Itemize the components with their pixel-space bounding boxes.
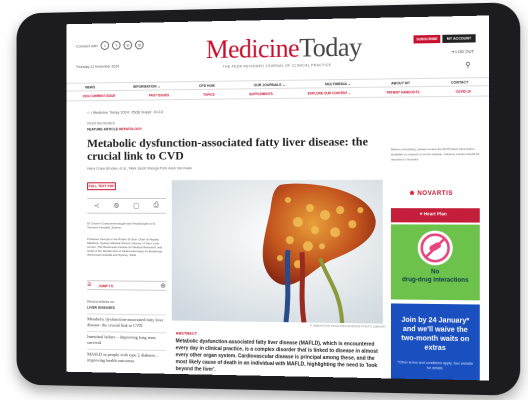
settings-icon[interactable]: ⚙ [113,202,119,210]
novartis-label: NOVARTIS [417,190,454,197]
bookmark-icon[interactable]: ▢ [133,202,139,210]
linkedin-icon[interactable]: in [123,40,133,50]
site-tagline: THE PEER REVIEWED JOURNAL OF CLINICAL PR… [222,63,332,69]
list-item[interactable]: MASLD in people with type 2 diabetes – i… [87,348,166,368]
recent-articles-topic: LIVER DISEASES [87,305,115,310]
subnav-covid[interactable]: COVID-19 [456,90,471,94]
article-category: FEATURE ARTICLE HEPATOLOGY [87,127,142,131]
current-date: Thursday 21 November 2024 [75,64,120,70]
subnav-supplements[interactable]: SUPPLEMENTS [249,92,273,96]
subnav-current-issue[interactable]: 2024 CURRENT ISSUE [83,94,115,98]
article-authors: Harry Crane Brooker, et al., Mark Jacob … [87,166,193,171]
liver-illustration [171,179,383,324]
subnav-patient-handouts[interactable]: PATIENT HANDOUTS [387,90,420,94]
subnav-explore[interactable]: EXPLORE OUR CONTENT ⌄ [308,91,351,96]
tablet-screen: Connect with t f in ◎ Thursday 21 Novemb… [66,15,490,381]
subscribe-button[interactable]: SUBSCRIBE [413,34,441,44]
full-text-pdf-button[interactable]: FULL TEXT PDF [87,182,116,191]
novartis-icon: ❀ [409,190,418,197]
logout-link[interactable]: ⇥ LOG OUT [451,49,474,55]
image-caption: © SEBASTIAN KAULITZKI/SCIENCE PHOTO LIBR… [309,323,386,329]
abstract-text: Metabolic dysfunction-associated fatty l… [175,338,378,373]
drug-interactions-ad[interactable]: No drug-drug interactions [390,224,480,301]
sidebar-info-text: Before prescribing, please review the fu… [390,146,480,162]
social-connect: Connect with t f in ◎ [75,40,144,51]
logout-label: LOG OUT [455,48,475,54]
list-item[interactable]: Intestinal failure – improving long term… [87,331,166,351]
no-drug-interactions-icon [418,231,453,266]
heart-plan-ad[interactable]: ♥ Heart Plan [390,208,480,223]
instagram-icon[interactable]: ◎ [135,40,144,50]
site-header: Connect with t f in ◎ Thursday 21 Novemb… [66,15,489,80]
list-icon: ☰ [87,282,92,289]
author-affiliation-2: Professor George is the Robert W Storr C… [87,237,163,258]
jump-to-label: JUMP TO [98,284,114,289]
nav-item-news[interactable]: NEWS [85,85,95,89]
peer-reviewed-label: PEER REVIEWED [87,121,116,126]
share-toolbar: ≺ ⚙ ▢ ⎙ [87,198,166,214]
nav-item-information[interactable]: INFORMATION ⌄ [133,84,160,88]
join-offer-text: Join by 24 January* and we'll waive the … [401,316,470,353]
drug-ad-line1: No [431,269,440,276]
connect-label: Connect with [75,43,98,49]
twitter-icon[interactable]: t [100,41,110,51]
article-title: Metabolic dysfunction-associated fatty l… [87,134,368,163]
jump-to-section[interactable]: ☰ JUMP TO ⊕ [87,280,166,291]
join-offer-subtext: *Other terms and conditions apply. See w… [397,360,474,371]
facebook-icon[interactable]: f [112,40,121,50]
logo-part2: Today [299,32,362,63]
join-offer-ad[interactable]: Join by 24 January* and we'll waive the … [390,303,480,381]
list-item[interactable]: Metabolic dysfunction-associated fatty l… [87,313,166,333]
share-icon[interactable]: ≺ [94,202,100,210]
subnav-past-issues[interactable]: PAST ISSUES [149,93,169,97]
breadcrumb: ⌂ › Medicine Today 2024: 25(8) Suppl: 10… [87,109,163,115]
drug-ad-line2: drug-drug interactions [402,277,469,284]
heart-plan-text: Heart Plan [423,211,447,217]
search-icon[interactable]: ⚲ [465,61,470,69]
subnav-topics[interactable]: TOPICS [203,93,215,97]
category-topic[interactable]: HEPATOLOGY [119,127,142,131]
category-type: FEATURE ARTICLE [87,127,118,132]
nav-item-contact[interactable]: CONTACT [451,80,469,84]
expand-icon[interactable]: ⊕ [160,282,166,290]
recent-articles-list: Metabolic dysfunction-associated fatty l… [87,313,166,368]
breadcrumb-text[interactable]: Medicine Today 2024: 25(8) Suppl: 10-13 [93,109,163,115]
print-icon[interactable]: ⎙ [153,202,158,210]
author-affiliation-1: Dr Crane is Gastroenterologist and Hepat… [87,221,156,230]
abstract-heading: ABSTRACT [175,330,198,336]
novartis-logo[interactable]: ❀ NOVARTIS [409,190,453,197]
logo-part1: Medicine [205,33,300,65]
site-logo[interactable]: MedicineToday [206,32,362,65]
nav-item-about[interactable]: ABOUT MT [391,81,410,85]
my-account-button[interactable]: MY ACCOUNT [442,34,476,43]
nav-item-multimedia[interactable]: MULTIMEDIA ⌄ [325,81,351,85]
recent-articles-label: Recent articles on: [87,299,115,305]
heart-plan-label: ♥ Heart Plan [419,211,447,217]
nav-item-cpd-hub[interactable]: CPD HUB [199,83,215,87]
nav-item-our-journals[interactable]: OUR JOURNALS ⌄ [254,82,286,86]
